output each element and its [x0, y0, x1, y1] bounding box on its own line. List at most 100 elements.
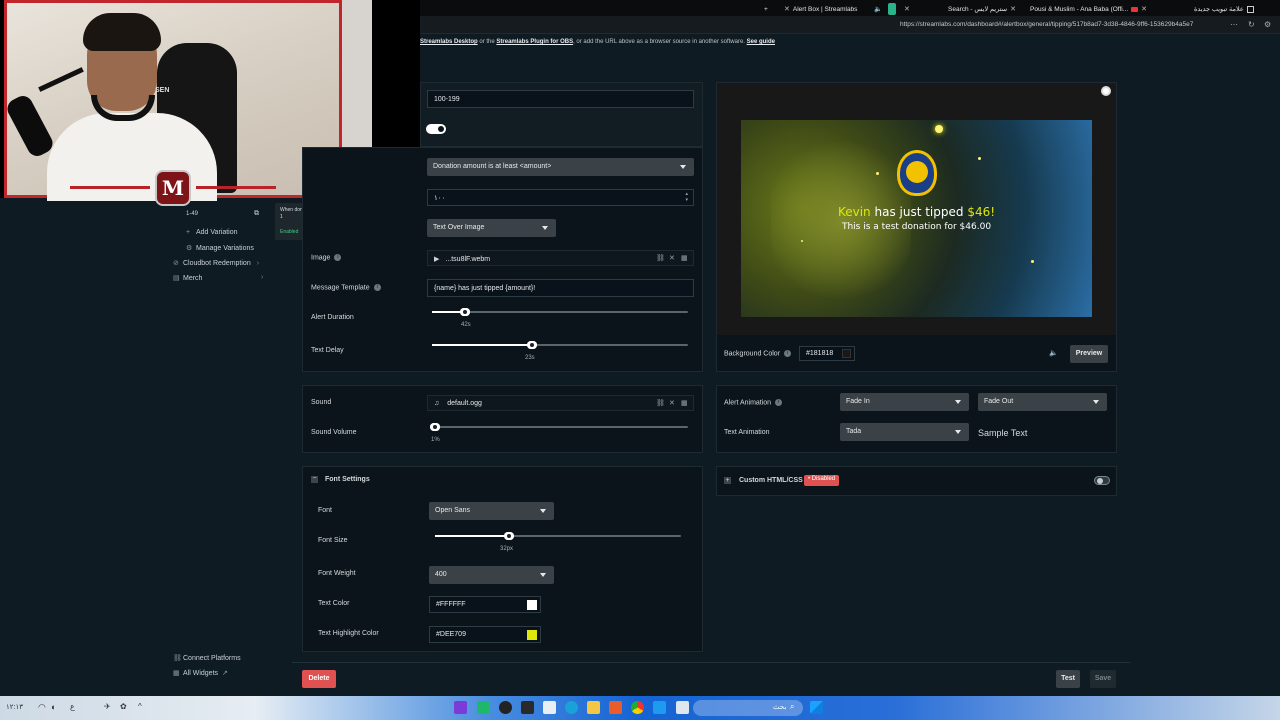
expand-icon[interactable]: + [724, 477, 731, 484]
message-template-input[interactable]: {name} has just tipped {amount}! [427, 279, 694, 297]
highlight-color-input[interactable]: #DEE709 [429, 626, 541, 643]
close-icon[interactable]: ✕ [1010, 5, 1016, 13]
all-widgets-item[interactable]: ▦ All Widgets ↗ [173, 669, 228, 677]
close-icon[interactable]: ✕ [784, 5, 790, 13]
collapse-icon[interactable]: − [311, 475, 318, 483]
text-delay-slider[interactable] [432, 341, 688, 349]
copy-icon[interactable]: ⧉ [254, 210, 259, 218]
merch-item[interactable]: ▤ Merch › [173, 274, 263, 282]
media-gallery-icon[interactable]: ▦ [681, 254, 688, 262]
custom-css-toggle[interactable] [1094, 476, 1110, 485]
condition-select[interactable]: Donation amount is at least <amount> [427, 158, 694, 176]
preview-button[interactable]: Preview [1070, 345, 1108, 363]
manage-variations-item[interactable]: ⚙ Manage Variations [186, 244, 254, 252]
variation-name-input[interactable]: 100-199 [427, 90, 694, 108]
sidebar-label: Connect Platforms [183, 655, 241, 662]
font-select[interactable]: Open Sans [429, 502, 554, 520]
amount-input[interactable]: ١٠٠ ▴ ▾ [427, 189, 694, 206]
alert-in-select[interactable]: Fade In [840, 393, 969, 411]
tab-search[interactable]: Search - ستريم لايس ✕ [948, 3, 1016, 15]
app-icon[interactable] [609, 701, 622, 714]
background-color-input[interactable]: #181818 [799, 346, 855, 361]
close-icon[interactable]: ✕ [904, 3, 910, 15]
start-icon[interactable] [810, 701, 823, 714]
sound-file-row[interactable]: ♫ default.ogg [427, 395, 694, 411]
select-value: Tada [846, 428, 862, 435]
alert-duration-slider[interactable] [432, 308, 688, 316]
image-file-row[interactable]: ▶ ...tsu8lF.webm [427, 250, 694, 266]
volume-icon[interactable]: ◖ [50, 702, 55, 712]
media-gallery-icon[interactable]: ▦ [681, 399, 688, 407]
cloudbot-redemption-item[interactable]: ⊘ Cloudbot Redemption › [173, 259, 259, 267]
video-file-icon: ▶ [434, 256, 440, 263]
see-guide-link[interactable]: See guide [747, 39, 775, 45]
color-swatch[interactable] [527, 630, 537, 640]
status-badge: • Disabled [804, 475, 840, 486]
stepper-icon[interactable]: ▴ ▾ [685, 191, 688, 203]
slider-handle[interactable] [526, 341, 537, 349]
slider-handle[interactable] [503, 532, 514, 540]
font-size-slider[interactable] [435, 532, 681, 540]
save-button[interactable]: Save [1090, 670, 1116, 688]
tab-favicon-icon [888, 3, 896, 15]
app-icon[interactable] [477, 701, 490, 714]
link-icon[interactable]: ⛓ [656, 254, 665, 262]
record-icon[interactable] [1101, 86, 1111, 96]
text-color-input[interactable]: #FFFFFF [429, 596, 541, 613]
connect-platforms-item[interactable]: ⛓Connect Platforms [173, 654, 241, 662]
mute-icon[interactable]: 🔈 [874, 3, 882, 15]
badge-stripe [70, 186, 150, 189]
edge-icon[interactable] [565, 701, 578, 714]
alert-duration-label: Alert Duration [311, 314, 354, 321]
tab-youtube[interactable]: Pousi & Muslim - Ana Baba (Offi... ✕ [1030, 3, 1147, 15]
close-icon[interactable]: ✕ [669, 254, 675, 262]
search-box[interactable]: بحث ⌕ [693, 700, 803, 716]
calendar-icon[interactable] [543, 701, 556, 714]
slider-handle[interactable] [429, 423, 440, 431]
slider-handle[interactable] [460, 308, 471, 316]
new-tab-icon[interactable]: + [764, 3, 768, 15]
obs-icon[interactable] [499, 701, 512, 714]
text-animation-select[interactable]: Tada [840, 423, 969, 441]
delete-button[interactable]: Delete [302, 670, 336, 688]
font-weight-select[interactable]: 400 [429, 566, 554, 584]
wifi-icon[interactable]: ◠ [38, 702, 46, 713]
color-swatch[interactable] [842, 349, 851, 358]
app-icon[interactable] [454, 701, 467, 714]
add-variation-item[interactable]: + Add Variation [186, 229, 238, 236]
layout-select[interactable]: Text Over Image [427, 219, 556, 237]
info-icon[interactable]: i [373, 284, 381, 291]
reload-icon[interactable]: ↻ [1248, 20, 1255, 29]
task-view-icon[interactable] [676, 701, 689, 714]
settings-icon[interactable]: ⚙ [1264, 20, 1271, 29]
info-icon[interactable]: i [784, 350, 792, 357]
chevron-up-icon[interactable]: ^ [138, 702, 142, 711]
info-icon[interactable]: i [334, 254, 342, 261]
windows-taskbar: ١٢:١٣ ◠ ◖ ع ✈ ✿ ^ بحث ⌕ [0, 696, 1280, 720]
info-icon[interactable]: i [775, 399, 783, 406]
alert-out-select[interactable]: Fade Out [978, 393, 1107, 411]
obs-plugin-link[interactable]: Streamlabs Plugin for OBS [496, 39, 573, 45]
tab-new[interactable]: علامة تبويب جديدة [1194, 3, 1254, 15]
app-icon[interactable] [653, 701, 666, 714]
variation-enabled-toggle[interactable] [426, 124, 446, 134]
chrome-icon[interactable] [631, 701, 644, 714]
folder-icon[interactable] [587, 701, 600, 714]
url-field[interactable]: https://streamlabs.com/dashboard#/alertb… [900, 21, 1193, 28]
link-icon[interactable]: ⛓ [656, 399, 665, 407]
tray-icon[interactable]: ✿ [120, 702, 127, 711]
sound-volume-slider[interactable] [429, 423, 688, 431]
app-icon[interactable] [521, 701, 534, 714]
tab-alert-box[interactable]: ✕ Alert Box | Streamlabs [784, 3, 857, 15]
select-value: Fade Out [984, 398, 1014, 405]
streamlabs-desktop-link[interactable]: Streamlabs Desktop [420, 39, 478, 45]
close-icon[interactable]: ✕ [1141, 5, 1147, 13]
test-button[interactable]: Test [1056, 670, 1080, 688]
extensions-icon[interactable]: ⋯ [1230, 20, 1238, 29]
close-icon[interactable]: ✕ [669, 399, 675, 407]
speaker-icon[interactable]: 🔈 [1049, 349, 1058, 357]
language-icon[interactable]: ع [70, 702, 75, 711]
tray-icon[interactable]: ✈ [104, 702, 111, 711]
color-swatch[interactable] [527, 600, 537, 610]
variation-range-item[interactable]: 1-49 [186, 211, 198, 217]
